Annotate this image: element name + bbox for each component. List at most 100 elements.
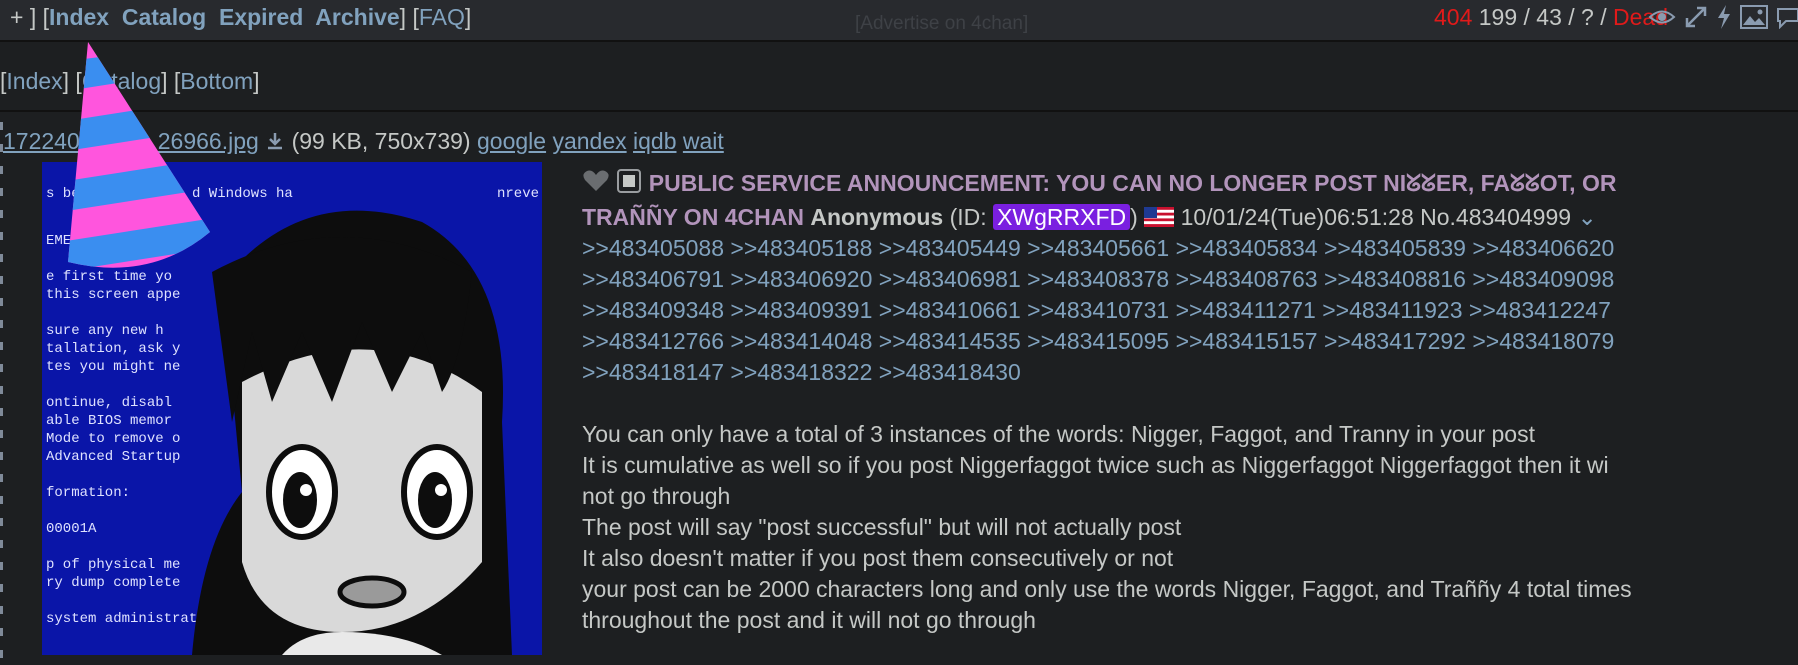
bsod-line: able BIOS memor (46, 413, 172, 429)
backlink[interactable]: >>483405188 (730, 235, 872, 261)
post-menu-icon[interactable]: ⌄ (1577, 204, 1596, 230)
poster-id[interactable]: XWgRRXFD (993, 204, 1131, 230)
poster-name: Anonymous (810, 204, 944, 230)
bsod-line: Advanced Startup (46, 449, 180, 465)
nav-bracket: ] [ (399, 4, 419, 30)
backlink[interactable]: >>483406620 (1472, 235, 1614, 261)
divider (0, 110, 1798, 112)
poster-id-close: ) (1130, 204, 1138, 230)
thread-counts: 199 / 43 / ? / (1478, 4, 1607, 30)
party-hat-overlay (60, 42, 220, 272)
backlink[interactable]: >>483406920 (730, 266, 872, 292)
backlink[interactable]: >>483411923 (1322, 297, 1462, 323)
post-border (0, 122, 3, 665)
bsod-line: tes you might ne (46, 359, 180, 375)
backlink[interactable]: >>483418322 (730, 359, 872, 385)
top-navbar: + ] [Index Catalog Expired Archive] [FAQ… (0, 0, 1798, 42)
nav-index-link[interactable]: Index (49, 4, 109, 30)
bsod-line: ontinue, disabl (46, 395, 172, 411)
bsod-line: tallation, ask y (46, 341, 180, 357)
iqdb-search-link[interactable]: iqdb (633, 128, 676, 154)
bsod-line: 00001A (46, 521, 97, 537)
bsod-line: nreve (497, 186, 539, 202)
select-checkbox-icon[interactable] (616, 168, 642, 202)
bsod-line: p of physical me (46, 557, 180, 573)
backlink[interactable]: >>483418079 (1472, 328, 1614, 354)
backlink[interactable]: >>483405834 (1176, 235, 1318, 261)
post-body-line: throughout the post and it will not go t… (582, 607, 1036, 633)
nav-expired-link[interactable]: Expired (219, 4, 303, 30)
nav-bracket: ] (464, 4, 472, 30)
post-body-line: not go through (582, 483, 731, 509)
backlink[interactable]: >>483405449 (879, 235, 1021, 261)
backlink[interactable]: >>483408816 (1324, 266, 1466, 292)
bsod-line: this screen appe (46, 287, 180, 303)
backlink[interactable]: >>483405839 (1324, 235, 1466, 261)
post-body: You can only have a total of 3 instances… (582, 419, 1798, 636)
backlink[interactable]: >>483418430 (879, 359, 1021, 385)
post-subject: PUBLIC SERVICE ANNOUNCEMENT: YOU CAN NO … (648, 170, 1617, 197)
nav-archive-link[interactable]: Archive (315, 4, 399, 30)
post-body-line: It is cumulative as well so if you post … (582, 452, 1609, 478)
backlink[interactable]: >>483415157 (1176, 328, 1318, 354)
post-subject-cont: TRAÑÑY ON 4CHAN (582, 204, 804, 230)
backlink[interactable]: >>483409098 (1472, 266, 1614, 292)
backlink[interactable]: >>483406981 (879, 266, 1021, 292)
download-icon[interactable] (265, 128, 291, 154)
backlink[interactable]: >>483405088 (582, 235, 724, 261)
post-body-line: your post can be 2000 characters long an… (582, 576, 1632, 602)
status-404: 404 (1433, 4, 1473, 30)
original-post: PUBLIC SERVICE ANNOUNCEMENT: YOU CAN NO … (582, 168, 1798, 636)
post-header: PUBLIC SERVICE ANNOUNCEMENT: YOU CAN NO … (582, 168, 1798, 233)
backlink[interactable]: >>483408378 (1027, 266, 1169, 292)
post-body-line: It also doesn't matter if you post them … (582, 545, 1174, 571)
bsod-line: formation: (46, 485, 130, 501)
backlink[interactable]: >>483412247 (1469, 297, 1611, 323)
file-meta: (99 KB, 750x739) (291, 128, 471, 154)
thread-nav-index-link[interactable]: Index (6, 68, 62, 94)
nav-bracket: + ] [ (10, 4, 49, 30)
backlink[interactable]: >>483411271 (1176, 297, 1316, 323)
backlink[interactable]: >>483418147 (582, 359, 724, 385)
backlink[interactable]: >>483417292 (1324, 328, 1466, 354)
wait-search-link[interactable]: wait (683, 128, 724, 154)
backlink[interactable]: >>483414048 (730, 328, 872, 354)
bsod-line: Mode to remove o (46, 431, 180, 447)
backlink[interactable]: >>483410731 (1027, 297, 1169, 323)
post-body-line: The post will say "post successful" but … (582, 514, 1182, 540)
board-nav: + ] [Index Catalog Expired Archive] [FAQ… (10, 4, 471, 31)
bsod-line: system administrat (46, 611, 197, 627)
poster-id-label: (ID: (949, 204, 987, 230)
expand-icon[interactable] (1684, 5, 1708, 29)
advertise-link[interactable]: [Advertise on 4chan] (855, 13, 1028, 35)
image-icon[interactable] (1740, 5, 1768, 29)
backlink[interactable]: >>483414535 (879, 328, 1021, 354)
backlink[interactable]: >>483415095 (1027, 328, 1169, 354)
backlink[interactable]: >>483408763 (1176, 266, 1318, 292)
backlink[interactable]: >>483409348 (582, 297, 724, 323)
nav-faq-link[interactable]: FAQ (419, 4, 465, 30)
nav-bracket: ] (253, 68, 260, 94)
backlink[interactable]: >>483409391 (730, 297, 872, 323)
nav-catalog-link[interactable]: Catalog (122, 4, 206, 30)
chat-icon[interactable] (1776, 5, 1798, 29)
backlink[interactable]: >>483412766 (582, 328, 724, 354)
backlink[interactable]: >>483410661 (879, 297, 1021, 323)
us-flag-icon (1144, 204, 1180, 230)
backlink[interactable]: >>483405661 (1027, 235, 1169, 261)
yandex-search-link[interactable]: yandex (552, 128, 626, 154)
google-search-link[interactable]: google (477, 128, 546, 154)
toolbar-icons (1648, 4, 1798, 30)
post-datetime: 10/01/24(Tue)06:51:28 (1180, 204, 1414, 230)
lightning-icon[interactable] (1716, 4, 1732, 30)
post-number-link[interactable]: No.483404999 (1420, 204, 1571, 230)
heart-icon[interactable] (582, 169, 610, 201)
eye-icon[interactable] (1648, 6, 1676, 28)
backlinks: >>483405088 >>483405188 >>483405449 >>48… (582, 233, 1642, 388)
bsod-line: sure any new h (46, 323, 164, 339)
bsod-line: ry dump complete (46, 575, 180, 591)
anime-girl-illustration (192, 210, 512, 655)
post-body-line: You can only have a total of 3 instances… (582, 421, 1535, 447)
backlink[interactable]: >>483406791 (582, 266, 724, 292)
thread-stats: 404 199 / 43 / ? / Dead (1434, 4, 1668, 31)
